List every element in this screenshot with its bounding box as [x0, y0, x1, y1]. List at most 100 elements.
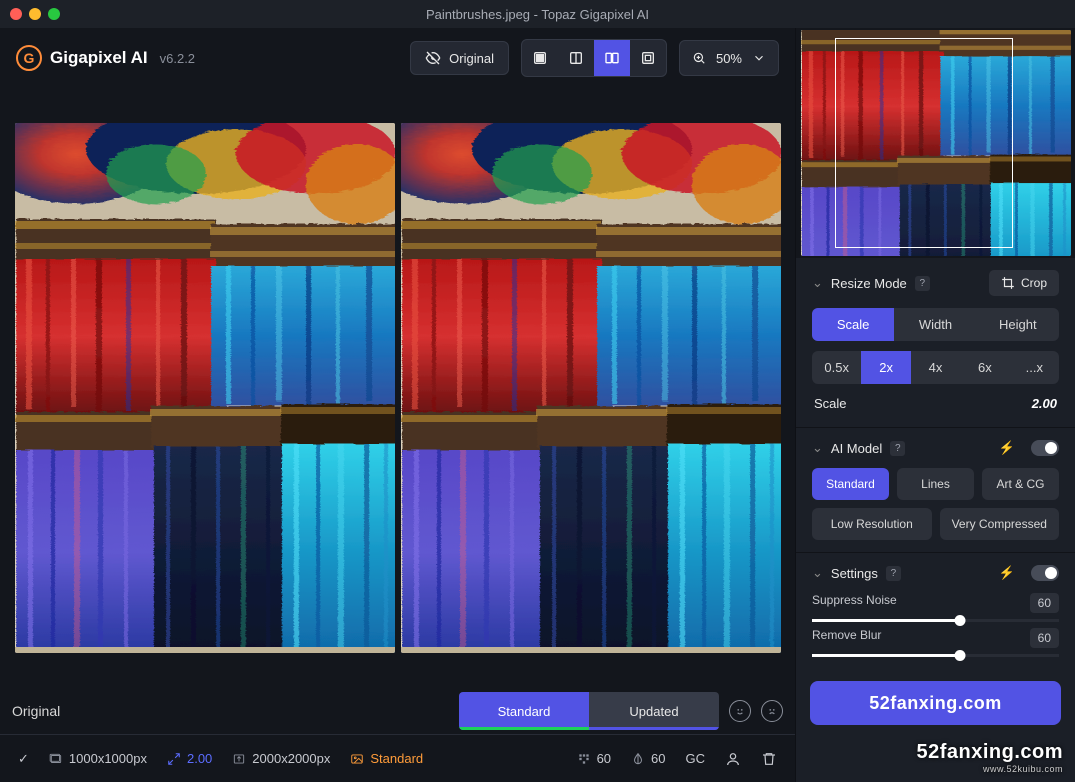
resize-section: ⌄ Resize Mode ? Crop Scale Width Height …: [796, 258, 1075, 428]
suppress-noise-value: 60: [1030, 593, 1059, 613]
zoom-control[interactable]: 50%: [679, 40, 779, 76]
primary-action-button[interactable]: 52fanxing.com: [810, 681, 1061, 725]
resize-header[interactable]: ⌄ Resize Mode ? Crop: [812, 270, 1059, 296]
aimodel-title: AI Model: [831, 441, 882, 456]
view-split-button[interactable]: [558, 40, 594, 76]
settings-section: ⌄ Settings ? ⚡ Suppress Noise 60 Remove B…: [796, 553, 1075, 669]
help-icon[interactable]: ?: [886, 566, 901, 581]
compare-bar: Original Standard Updated: [0, 688, 795, 734]
titlebar: Paintbrushes.jpeg - Topaz Gigapixel AI: [0, 0, 1075, 28]
sidebyside-view-icon: [604, 50, 620, 66]
split-view-icon: [568, 50, 584, 66]
window-title: Paintbrushes.jpeg - Topaz Gigapixel AI: [426, 7, 649, 22]
suppress-noise-slider[interactable]: Suppress Noise 60: [812, 593, 1059, 622]
maximize-window-icon[interactable]: [48, 8, 60, 20]
compare-original-label: Original: [12, 703, 60, 719]
minimize-window-icon[interactable]: [29, 8, 41, 20]
expand-icon: [167, 752, 181, 766]
app-brand: Gigapixel AI: [50, 48, 148, 68]
help-icon[interactable]: ?: [890, 441, 905, 456]
navigator-viewport-frame[interactable]: [835, 38, 1013, 248]
toolbar: G Gigapixel AI v6.2.2 Original 50%: [0, 28, 795, 88]
status-bar: ✓ 1000x1000px 2.00 2000x2000px Standard …: [0, 734, 795, 782]
settings-title: Settings: [831, 566, 878, 581]
single-view-icon: [532, 50, 548, 66]
status-noise: 60: [577, 751, 611, 766]
resize-mode-height[interactable]: Height: [977, 308, 1059, 341]
remove-blur-label: Remove Blur: [812, 628, 881, 648]
aimodel-row1: Standard Lines Art & CG: [812, 468, 1059, 500]
aimodel-header[interactable]: ⌄ AI Model ? ⚡: [812, 440, 1059, 456]
model-artcg[interactable]: Art & CG: [982, 468, 1059, 500]
scale-label: Scale: [814, 396, 847, 411]
resize-mode-segment: Scale Width Height: [812, 308, 1059, 341]
trash-icon[interactable]: [761, 751, 777, 767]
rate-happy-button[interactable]: [729, 700, 751, 722]
preview-area[interactable]: [0, 88, 795, 688]
preview-original: [15, 123, 395, 653]
scale-0-5x[interactable]: 0.5x: [812, 351, 861, 384]
view-overlay-button[interactable]: [630, 40, 666, 76]
status-out-dimensions: 2000x2000px: [232, 751, 330, 766]
bolt-icon: ⚡: [999, 440, 1015, 456]
magnify-icon: [692, 51, 706, 65]
resize-mode-scale[interactable]: Scale: [812, 308, 894, 341]
chevron-down-icon: ⌄: [812, 275, 823, 291]
chevron-down-icon: ⌄: [812, 565, 823, 581]
blur-icon: [631, 752, 645, 766]
watermark: 52fanxing.com www.52kuibu.com: [916, 741, 1063, 774]
window-controls: [10, 8, 60, 20]
remove-blur-slider[interactable]: Remove Blur60: [812, 628, 1059, 657]
bolt-icon: ⚡: [999, 565, 1015, 581]
navigator-thumbnail[interactable]: [796, 28, 1075, 258]
resize-mode-width[interactable]: Width: [894, 308, 976, 341]
scale-2x[interactable]: 2x: [861, 351, 910, 384]
original-toggle-button[interactable]: Original: [410, 41, 509, 75]
frown-icon: [765, 704, 779, 718]
aimodel-auto-toggle[interactable]: [1031, 440, 1059, 456]
status-gc: GC: [686, 751, 706, 766]
settings-auto-toggle[interactable]: [1031, 565, 1059, 581]
smile-icon: [733, 704, 747, 718]
resize-title: Resize Mode: [831, 276, 907, 291]
app-logo: G Gigapixel AI v6.2.2: [16, 45, 195, 71]
close-window-icon[interactable]: [10, 8, 22, 20]
compare-segments: Standard Updated: [459, 692, 719, 730]
zoom-value: 50%: [716, 51, 742, 66]
rate-sad-button[interactable]: [761, 700, 783, 722]
preview-processed: [401, 123, 781, 653]
scale-custom[interactable]: ...x: [1010, 351, 1059, 384]
scale-value: 2.00: [1032, 396, 1057, 411]
view-single-button[interactable]: [522, 40, 558, 76]
eye-off-icon: [425, 50, 441, 66]
model-lowres[interactable]: Low Resolution: [812, 508, 932, 540]
aimodel-row2: Low Resolution Very Compressed: [812, 508, 1059, 540]
original-toggle-label: Original: [449, 51, 494, 66]
aimodel-section: ⌄ AI Model ? ⚡ Standard Lines Art & CG L…: [796, 428, 1075, 553]
model-standard[interactable]: Standard: [812, 468, 889, 500]
chevron-down-icon: [752, 51, 766, 65]
model-compressed[interactable]: Very Compressed: [940, 508, 1060, 540]
scale-4x[interactable]: 4x: [911, 351, 960, 384]
scale-6x[interactable]: 6x: [960, 351, 1009, 384]
settings-header[interactable]: ⌄ Settings ? ⚡: [812, 565, 1059, 581]
view-sidebyside-button[interactable]: [594, 40, 630, 76]
help-icon[interactable]: ?: [915, 276, 930, 291]
noise-icon: [577, 752, 591, 766]
status-blur: 60: [631, 751, 665, 766]
overlay-view-icon: [640, 50, 656, 66]
compare-standard-button[interactable]: Standard: [459, 692, 589, 730]
model-lines[interactable]: Lines: [897, 468, 974, 500]
status-model: Standard: [350, 751, 423, 766]
status-check: ✓: [18, 751, 29, 767]
suppress-noise-label: Suppress Noise: [812, 593, 897, 613]
status-src-dimensions: 1000x1000px: [49, 751, 147, 766]
compare-updated-button[interactable]: Updated: [589, 692, 719, 730]
crop-button[interactable]: Crop: [989, 270, 1059, 296]
chevron-down-icon: ⌄: [812, 440, 823, 456]
sidebar: ⌄ Resize Mode ? Crop Scale Width Height …: [795, 28, 1075, 782]
crop-icon: [1001, 276, 1015, 290]
view-mode-group: [521, 39, 667, 77]
scale-factor-segment: 0.5x 2x 4x 6x ...x: [812, 351, 1059, 384]
person-icon[interactable]: [725, 751, 741, 767]
